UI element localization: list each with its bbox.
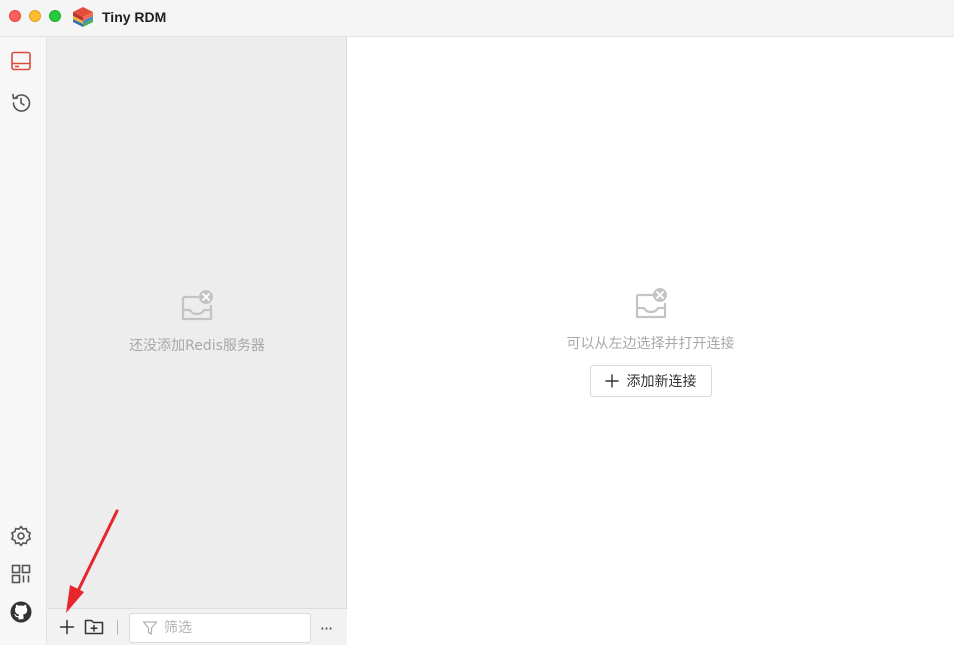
folder-plus-icon [84,619,104,635]
ribbon-github-button[interactable] [8,599,34,625]
connection-empty-state: 还没添加Redis服务器 [47,289,347,355]
app-window: Tiny RDM 还没添加Redis服务器 筛选 ··· 可以从左边选择并打开连… [0,0,954,645]
app-title: Tiny RDM [102,9,167,25]
toolbar-divider [117,620,118,635]
app-logo-icon [73,7,93,27]
side-ribbon [0,37,47,645]
ribbon-history-button[interactable] [8,90,34,116]
window-close-button[interactable] [9,10,21,22]
plus-icon [604,374,619,388]
filter-icon [142,621,158,635]
filter-input[interactable] [164,620,294,636]
plus-icon [59,619,75,635]
connection-panel: 还没添加Redis服务器 筛选 ··· [47,37,347,645]
main-empty-state: 可以从左边选择并打开连接 添加新连接 [347,287,954,397]
add-connection-button[interactable] [56,616,78,638]
github-icon [10,601,32,623]
add-group-button[interactable] [83,616,105,638]
window-maximize-button[interactable] [49,10,61,22]
settings-icon [10,525,32,547]
ribbon-settings-button[interactable] [8,523,34,549]
main-content-pane: 可以从左边选择并打开连接 添加新连接 [347,37,954,645]
empty-inbox-icon [635,288,667,319]
connection-empty-text: 还没添加Redis服务器 [129,338,265,354]
more-options-button[interactable]: ··· [315,617,337,639]
main-empty-text: 可以从左边选择并打开连接 [566,336,735,352]
filter-field[interactable] [129,613,311,643]
more-icon: ··· [319,618,333,638]
server-icon [11,51,31,71]
ribbon-server-button[interactable] [8,48,34,74]
apps-icon [11,564,31,584]
empty-inbox-icon [181,290,213,321]
window-minimize-button[interactable] [29,10,41,22]
history-icon [12,93,31,112]
title-bar: Tiny RDM [0,0,954,37]
add-new-connection-label: 添加新连接 [626,374,697,390]
ribbon-apps-button[interactable] [8,561,34,587]
connection-toolbar: ··· [47,608,347,645]
add-new-connection-button[interactable]: 添加新连接 [589,365,712,397]
